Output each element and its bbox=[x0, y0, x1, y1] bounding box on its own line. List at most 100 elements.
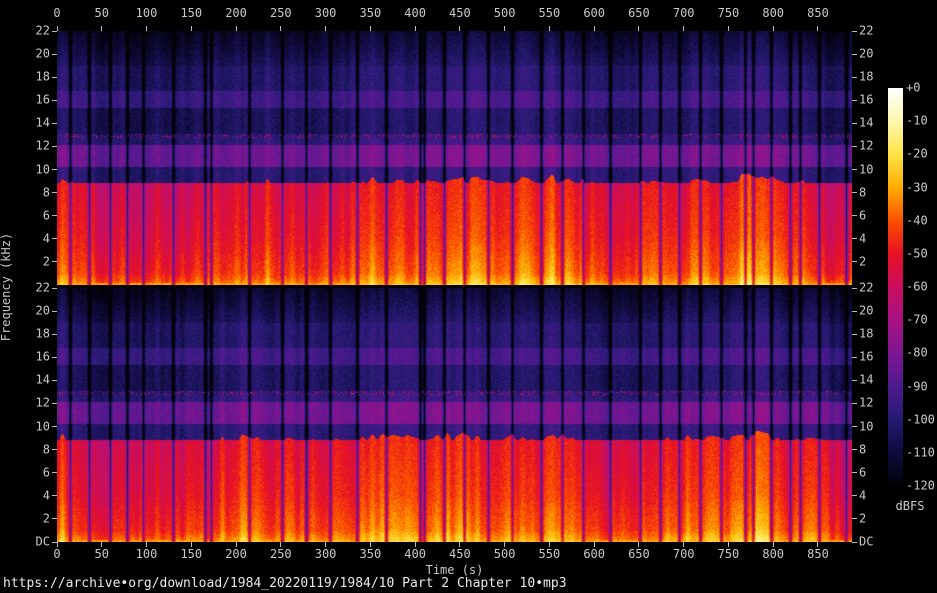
time-tick-label: 550 bbox=[538, 547, 561, 561]
time-tick-label: 650 bbox=[628, 6, 650, 20]
time-tick-label: 600 bbox=[583, 6, 605, 20]
tick-mark bbox=[101, 542, 103, 547]
tick-mark bbox=[772, 542, 774, 547]
time-tick-label: 550 bbox=[538, 6, 561, 20]
tick-mark bbox=[548, 26, 550, 31]
tick-mark bbox=[852, 449, 857, 451]
freq-tick-label: 14 bbox=[35, 115, 50, 130]
tick-mark bbox=[52, 449, 57, 451]
tick-mark bbox=[52, 169, 57, 171]
tick-mark bbox=[852, 53, 857, 55]
tick-mark bbox=[852, 379, 857, 381]
freq-tick-label: 18 bbox=[35, 326, 50, 341]
freq-tick-label: DC bbox=[35, 534, 50, 549]
tick-mark bbox=[852, 99, 857, 101]
tick-mark bbox=[280, 542, 282, 547]
time-tick-label: 650 bbox=[628, 547, 650, 561]
time-tick-label: 500 bbox=[493, 6, 516, 20]
time-tick-label: 750 bbox=[717, 6, 740, 20]
time-tick-label: 200 bbox=[225, 6, 247, 20]
tick-mark bbox=[235, 26, 237, 31]
time-tick-label: 300 bbox=[314, 6, 337, 20]
tick-mark bbox=[52, 99, 57, 101]
time-tick-label: 600 bbox=[583, 547, 605, 561]
colorbar-tick-label: -110 bbox=[906, 445, 935, 460]
tick-mark bbox=[414, 542, 416, 547]
tick-mark bbox=[190, 26, 192, 31]
tick-mark bbox=[280, 26, 282, 31]
freq-tick-label: 2 bbox=[859, 511, 867, 526]
tick-mark bbox=[190, 542, 192, 547]
time-tick-label: 100 bbox=[135, 547, 158, 561]
tick-mark bbox=[52, 402, 57, 404]
tick-mark bbox=[683, 26, 685, 31]
colorbar-tick-label: -40 bbox=[906, 213, 928, 228]
freq-tick-label: 22 bbox=[35, 23, 50, 38]
time-tick-label: 750 bbox=[717, 547, 740, 561]
tick-mark bbox=[52, 145, 57, 147]
tick-mark bbox=[325, 542, 327, 547]
tick-mark bbox=[56, 542, 58, 547]
freq-tick-label: 22 bbox=[859, 23, 874, 38]
tick-mark bbox=[52, 426, 57, 428]
time-tick-label: 300 bbox=[314, 547, 337, 561]
colorbar-tick-label: -120 bbox=[906, 478, 935, 493]
tick-mark bbox=[852, 30, 857, 32]
freq-tick-label: 4 bbox=[859, 488, 867, 503]
time-tick-label: 450 bbox=[449, 547, 471, 561]
spectrogram-channel-1 bbox=[57, 31, 852, 285]
tick-mark bbox=[852, 122, 857, 124]
tick-mark bbox=[52, 192, 57, 194]
tick-mark bbox=[52, 310, 57, 312]
tick-mark bbox=[638, 542, 640, 547]
tick-mark bbox=[52, 76, 57, 78]
freq-tick-label: 16 bbox=[859, 349, 874, 364]
tick-mark bbox=[52, 30, 57, 32]
time-tick-label: 250 bbox=[269, 547, 292, 561]
tick-mark bbox=[146, 542, 148, 547]
time-tick-label: 850 bbox=[807, 547, 829, 561]
tick-mark bbox=[459, 542, 461, 547]
spectrogram-channel-2 bbox=[57, 288, 852, 542]
freq-tick-label: 8 bbox=[42, 442, 50, 457]
tick-mark bbox=[459, 26, 461, 31]
tick-mark bbox=[369, 26, 371, 31]
tick-mark bbox=[52, 333, 57, 335]
tick-mark bbox=[593, 542, 595, 547]
time-tick-label: 700 bbox=[672, 6, 695, 20]
tick-mark bbox=[852, 215, 857, 217]
freq-tick-label: 12 bbox=[859, 395, 874, 410]
time-tick-label: 800 bbox=[762, 547, 785, 561]
freq-tick-label: 6 bbox=[859, 465, 867, 480]
time-tick-label: 500 bbox=[493, 547, 516, 561]
tick-mark bbox=[852, 426, 857, 428]
freq-tick-label: 18 bbox=[859, 326, 874, 341]
tick-mark bbox=[235, 542, 237, 547]
tick-mark bbox=[852, 192, 857, 194]
tick-mark bbox=[852, 333, 857, 335]
time-tick-label: 350 bbox=[359, 547, 382, 561]
freq-tick-label: 14 bbox=[859, 115, 874, 130]
freq-tick-label: 20 bbox=[859, 46, 874, 61]
tick-mark bbox=[852, 402, 857, 404]
time-tick-label: 0 bbox=[53, 6, 61, 20]
tick-mark bbox=[325, 26, 327, 31]
tick-mark bbox=[852, 238, 857, 240]
freq-tick-label: 14 bbox=[35, 372, 50, 387]
tick-mark bbox=[52, 379, 57, 381]
freq-tick-label: 16 bbox=[35, 92, 50, 107]
freq-tick-label: 16 bbox=[859, 92, 874, 107]
time-tick-label: 0 bbox=[53, 547, 61, 561]
tick-mark bbox=[52, 122, 57, 124]
tick-mark bbox=[852, 261, 857, 263]
time-tick-label: 100 bbox=[135, 6, 158, 20]
colorbar-tick-label: -10 bbox=[906, 113, 928, 128]
source-url-text: https://archive•org/download/1984_202201… bbox=[3, 576, 567, 591]
freq-tick-label: 2 bbox=[42, 511, 50, 526]
freq-tick-label: 6 bbox=[859, 208, 867, 223]
tick-mark bbox=[852, 310, 857, 312]
tick-mark bbox=[52, 261, 57, 263]
tick-mark bbox=[52, 53, 57, 55]
freq-tick-label: 10 bbox=[859, 419, 874, 434]
freq-tick-label: 10 bbox=[35, 162, 50, 177]
